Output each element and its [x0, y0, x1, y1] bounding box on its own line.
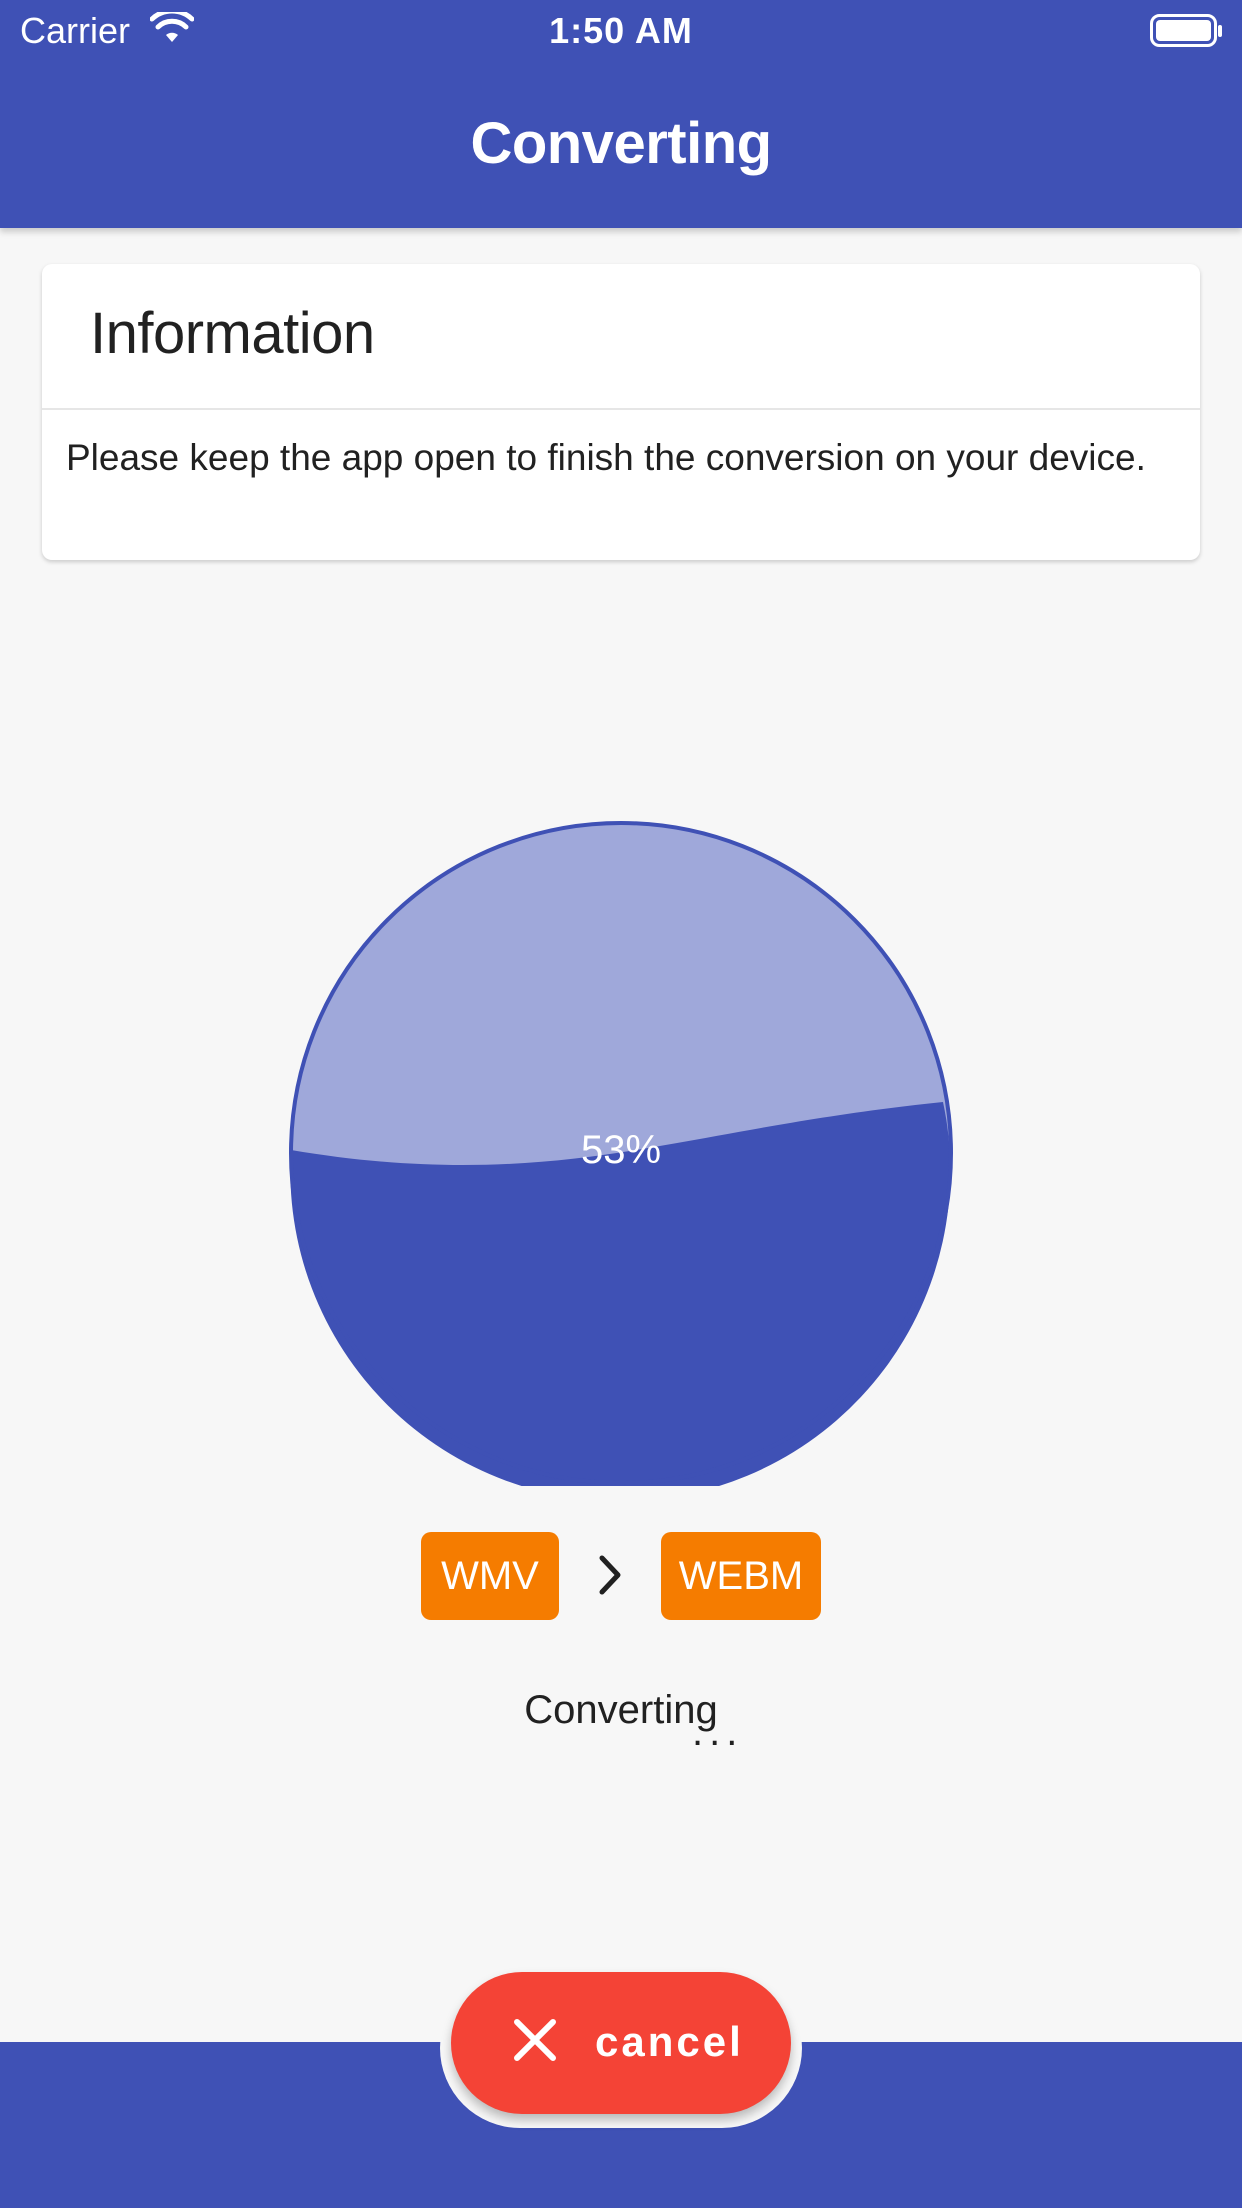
cancel-button-label: cancel [595, 2018, 744, 2065]
close-icon [514, 2019, 556, 2061]
card-title: Information [90, 301, 375, 366]
status-bar: Carrier 1:50 AM [0, 0, 1242, 64]
source-format-chip: WMV [421, 1532, 559, 1620]
loading-dots: ... [692, 1710, 744, 1754]
card-body: Please keep the app open to finish the c… [66, 437, 1146, 478]
progress-percent-label: 53% [580, 1128, 662, 1172]
card-divider [42, 408, 1200, 410]
chevron-right-icon [599, 1555, 621, 1595]
target-format-chip: WEBM [661, 1532, 821, 1620]
information-card: Information Please keep the app open to … [42, 264, 1200, 560]
status-time: 1:50 AM [549, 10, 693, 51]
page-title: Converting [470, 111, 772, 176]
battery-icon [1150, 14, 1222, 47]
app-bar: Carrier 1:50 AM Converting [0, 0, 1242, 228]
cancel-button[interactable]: cancel [451, 1972, 791, 2114]
conversion-status: Converting [524, 1688, 718, 1732]
